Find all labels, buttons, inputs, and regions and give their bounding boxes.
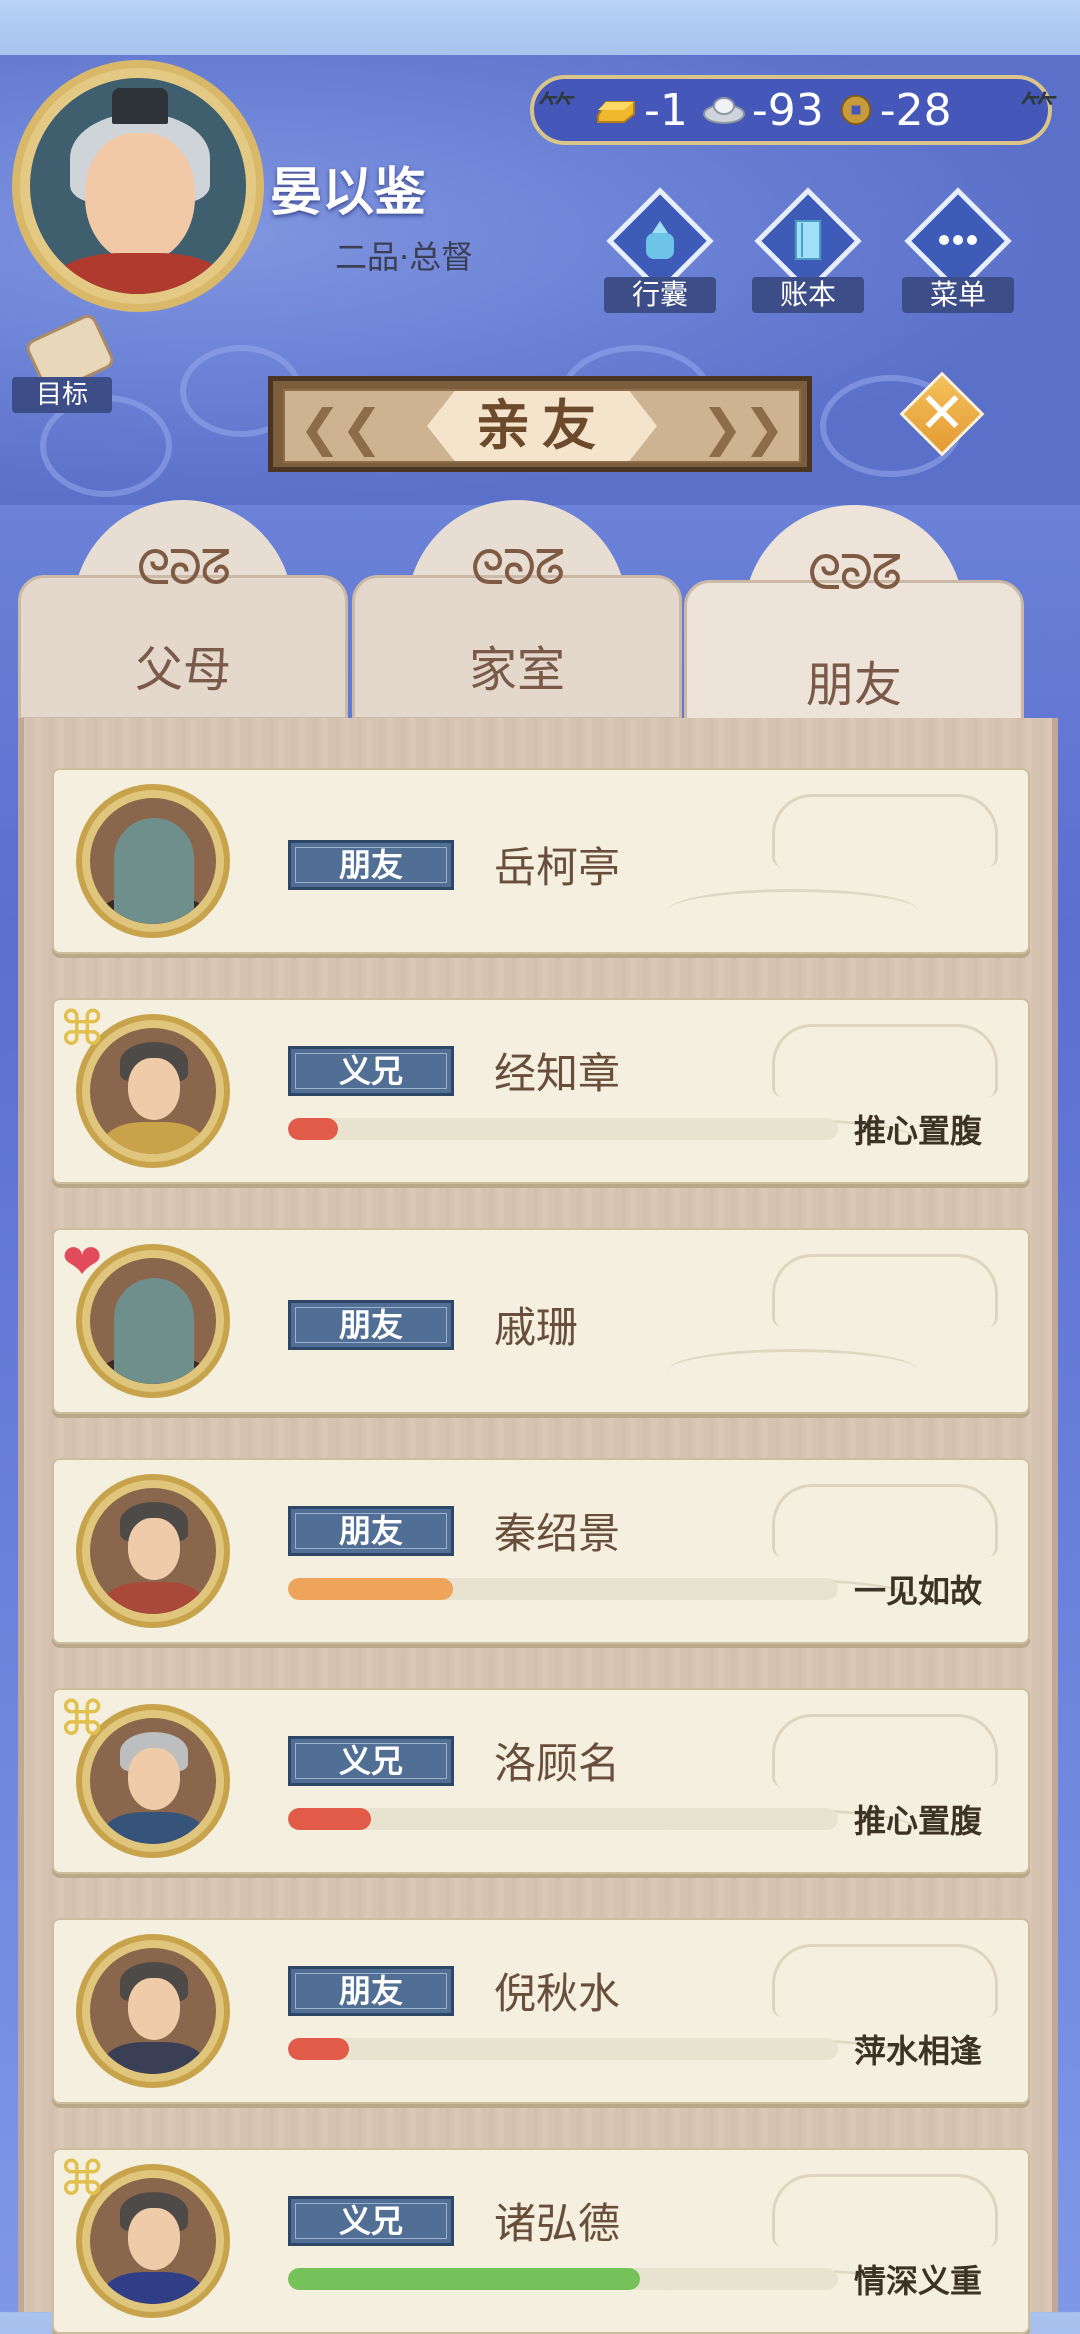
friend-card[interactable]: ❤ 朋友 戚珊 xyxy=(52,1228,1030,1414)
friend-portrait xyxy=(76,784,230,938)
gravestone-icon xyxy=(114,1278,194,1384)
player-rank: 二品·总督 xyxy=(335,238,474,276)
relation-tag: 朋友 xyxy=(288,1966,454,2016)
friend-card[interactable]: ⌘ 义兄 诸弘德 情深义重 xyxy=(52,2148,1030,2334)
friend-name: 倪秋水 xyxy=(494,1969,621,2018)
friend-card[interactable]: 朋友 秦绍景 一见如故 xyxy=(52,1458,1030,1644)
relationship-bar xyxy=(288,1118,838,1140)
ledger-label: 账本 xyxy=(752,277,864,313)
player-avatar[interactable] xyxy=(12,60,264,312)
bamboo-right-icon: ⺮ xyxy=(1020,89,1059,133)
page-title: 亲友 xyxy=(476,394,608,457)
currency-bar: -1 -93 -28 xyxy=(530,75,1052,145)
tab-friends[interactable]: ᘓᘐᘔ 朋友 xyxy=(684,505,1024,725)
bag-icon xyxy=(646,221,674,259)
relation-tag: 义兄 xyxy=(288,2196,454,2246)
silver-value: -93 xyxy=(751,84,824,136)
tab-family-label: 家室 xyxy=(468,642,565,698)
relationship-bar xyxy=(288,1808,838,1830)
relationship-bar xyxy=(288,2038,838,2060)
tab-parents-label: 父母 xyxy=(134,642,231,698)
friend-portrait xyxy=(76,1934,230,2088)
goal-label: 目标 xyxy=(12,377,112,413)
cloud-swirl-icon: ᘓᘐᘔ xyxy=(470,540,566,596)
relationship-level: 情深义重 xyxy=(854,2262,983,2300)
menu-dots-icon xyxy=(939,235,977,245)
knot-icon: ⌘ xyxy=(58,2151,106,2207)
coin-value: -28 xyxy=(879,84,952,136)
title-banner: ❮❮ ❯❯ 亲友 xyxy=(268,376,812,472)
cloud-swirl-icon: ᘓᘐᘔ xyxy=(807,545,903,601)
copper-coin-icon xyxy=(840,94,871,126)
player-name: 晏以鉴 xyxy=(270,163,427,223)
gold-ingot-icon xyxy=(597,101,635,123)
bag-button[interactable]: 行囊 xyxy=(600,187,720,315)
close-button[interactable]: ✕ xyxy=(899,371,985,457)
bamboo-left-icon: ⺮ xyxy=(538,89,577,133)
sky-background xyxy=(0,0,1080,60)
relation-tag: 义兄 xyxy=(288,1736,454,1786)
friend-card[interactable]: 朋友 岳柯亭 xyxy=(52,768,1030,954)
gold-currency: -1 xyxy=(594,85,688,136)
relation-tag: 朋友 xyxy=(288,840,454,890)
gold-value: -1 xyxy=(644,84,688,136)
silver-ingot-icon xyxy=(702,97,745,124)
ledger-icon xyxy=(795,220,821,260)
heart-icon: ❤ xyxy=(62,1234,103,1290)
coin-currency: -28 xyxy=(838,85,952,136)
relationship-level: 推心置腹 xyxy=(854,1112,983,1150)
gravestone-icon xyxy=(114,818,194,924)
friend-card[interactable]: 朋友 倪秋水 萍水相逢 xyxy=(52,1918,1030,2104)
relation-tag: 朋友 xyxy=(288,1300,454,1350)
relationship-level: 推心置腹 xyxy=(854,1802,983,1840)
close-icon: ✕ xyxy=(918,381,966,446)
friend-name: 岳柯亭 xyxy=(494,843,621,892)
friend-card[interactable]: ⌘ 义兄 洛顾名 推心置腹 xyxy=(52,1688,1030,1874)
menu-button[interactable]: 菜单 xyxy=(898,187,1018,315)
ledger-button[interactable]: 账本 xyxy=(748,187,868,315)
relationship-level: 一见如故 xyxy=(854,1572,983,1610)
friend-name: 戚珊 xyxy=(494,1303,579,1352)
friend-card[interactable]: ⌘ 义兄 经知章 推心置腹 xyxy=(52,998,1030,1184)
goal-button[interactable]: 目标 xyxy=(12,311,117,415)
cloud-swirl-icon: ᘓᘐᘔ xyxy=(136,540,232,596)
relationship-level: 萍水相逢 xyxy=(854,2032,983,2070)
friend-portrait xyxy=(76,1474,230,1628)
menu-label: 菜单 xyxy=(902,277,1014,313)
tab-friends-label: 朋友 xyxy=(805,657,902,713)
tab-family[interactable]: ᘓᘐᘔ 家室 xyxy=(352,500,682,720)
silver-currency: -93 xyxy=(702,85,824,136)
friend-name: 经知章 xyxy=(494,1049,621,1098)
friend-name: 洛顾名 xyxy=(494,1739,621,1788)
knot-icon: ⌘ xyxy=(58,1691,106,1747)
friend-name: 秦绍景 xyxy=(494,1509,621,1558)
relationship-bar xyxy=(288,1578,838,1600)
relation-tag: 朋友 xyxy=(288,1506,454,1556)
relation-tag: 义兄 xyxy=(288,1046,454,1096)
tab-parents[interactable]: ᘓᘐᘔ 父母 xyxy=(18,500,348,720)
knot-icon: ⌘ xyxy=(58,1001,106,1057)
friend-name: 诸弘德 xyxy=(494,2199,621,2248)
bag-label: 行囊 xyxy=(604,277,716,313)
relationship-bar xyxy=(288,2268,838,2290)
